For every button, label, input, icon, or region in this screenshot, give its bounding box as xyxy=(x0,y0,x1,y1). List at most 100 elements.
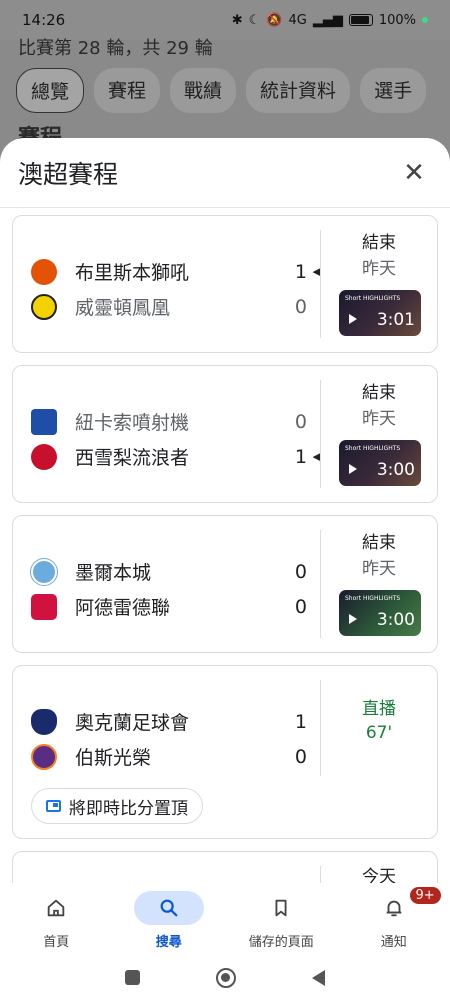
back-button[interactable] xyxy=(312,969,325,986)
match-card[interactable]: 紐卡索噴射機 0 西雪梨流浪者 1 ◀ 結束 昨天 Short HIGHLIGH… xyxy=(12,365,438,503)
system-navigation xyxy=(0,955,450,1000)
match-teams: 布里斯本獅吼 1 ◀ 威靈頓鳳凰 0 xyxy=(31,254,321,324)
match-card[interactable]: 布里斯本獅吼 1 ◀ 威靈頓鳳凰 0 結束 昨天 Short HIGHLIGHT… xyxy=(12,215,438,353)
pin-live-score-button[interactable]: 將即時比分置頂 xyxy=(31,788,203,824)
match-status-label: 結束 xyxy=(362,383,396,403)
privacy-dot-icon xyxy=(422,17,428,23)
away-team-row: 伯斯光榮 0 xyxy=(31,739,321,774)
divider xyxy=(320,866,321,883)
team-score: 0 xyxy=(294,295,307,318)
match-date: 今天 xyxy=(362,867,396,883)
match-status-label: 結束 xyxy=(362,533,396,553)
close-icon: ✕ xyxy=(403,157,425,188)
home-button[interactable] xyxy=(216,967,236,988)
match-date: 昨天 xyxy=(362,559,396,579)
match-status: 結束 昨天 xyxy=(331,530,427,582)
tab-standings[interactable]: 戰績 xyxy=(170,68,237,113)
winner-arrow-icon: ◀ xyxy=(312,450,321,463)
dnd-icon: ☾ xyxy=(248,12,261,28)
team-name: 伯斯光榮 xyxy=(75,747,152,769)
away-team-row: 威靈頓鳳凰 0 xyxy=(31,289,321,324)
clock: 14:26 xyxy=(22,11,66,29)
home-team-row: 紐卡索噴射機 0 xyxy=(31,404,321,439)
team-name: 威靈頓鳳凰 xyxy=(75,297,171,319)
highlight-video-thumbnail[interactable]: Short HIGHLIGHTS 3:01 xyxy=(339,290,421,336)
team-name: 西雪梨流浪者 xyxy=(75,447,190,469)
schedule-sheet: 澳超賽程 ✕ 布里斯本獅吼 1 ◀ 威靈頓鳳凰 0 結束 昨天 Short HI… xyxy=(0,138,450,883)
video-brand: Short HIGHLIGHTS xyxy=(345,295,401,302)
team-logo-icon xyxy=(31,708,57,735)
match-minute: 67' xyxy=(365,723,393,743)
team-score: 0 xyxy=(294,595,307,618)
nav-search[interactable]: 搜尋 xyxy=(113,883,226,955)
team-score: 1 xyxy=(294,445,307,468)
live-label: 直播 xyxy=(362,699,396,719)
highlight-video-thumbnail[interactable]: Short HIGHLIGHTS 3:00 xyxy=(339,440,421,486)
match-date: 昨天 xyxy=(362,259,396,279)
team-name: 墨爾本城 xyxy=(75,562,152,584)
team-logo-icon xyxy=(31,558,57,585)
tab-overview[interactable]: 總覽 xyxy=(16,68,85,113)
close-button[interactable]: ✕ xyxy=(396,155,432,191)
match-teams: 奧克蘭足球會 1 伯斯光榮 0 xyxy=(31,704,321,774)
divider xyxy=(320,680,321,776)
picture-in-picture-icon xyxy=(46,800,61,812)
home-team-row: 墨爾本城 0 xyxy=(31,554,321,589)
tab-schedule[interactable]: 賽程 xyxy=(94,68,161,113)
team-score: 0 xyxy=(294,410,307,433)
battery-icon xyxy=(348,14,373,26)
team-logo-icon xyxy=(31,258,57,285)
nav-label: 儲存的頁面 xyxy=(248,935,314,950)
team-logo-icon xyxy=(31,743,57,770)
nav-notifications[interactable]: 9+ 通知 xyxy=(338,883,450,955)
away-team-row: 西雪梨流浪者 1 ◀ xyxy=(31,439,321,474)
match-card[interactable]: 墨爾本城 0 阿德雷德聯 0 結束 昨天 Short HIGHLIGHTS 3:… xyxy=(12,515,438,653)
search-icon xyxy=(160,899,178,917)
team-name: 阿德雷德聯 xyxy=(75,597,171,619)
nav-label: 通知 xyxy=(380,935,407,950)
bottom-navigation: 首頁 搜尋 儲存的頁面 9+ 通知 xyxy=(0,883,450,955)
notification-badge: 9+ xyxy=(409,887,441,904)
bookmark-icon xyxy=(275,899,287,917)
mute-icon: 🔕 xyxy=(266,12,283,28)
video-brand: Short HIGHLIGHTS xyxy=(345,595,401,602)
bell-icon xyxy=(386,900,402,917)
round-subtitle: 比賽第 28 輪，共 29 輪 xyxy=(18,38,213,59)
match-card[interactable]: 奧克蘭足球會 1 伯斯光榮 0 直播 67' 將即時比分置頂 xyxy=(12,665,438,839)
team-logo-icon xyxy=(31,443,57,470)
match-card[interactable]: 今天 xyxy=(12,851,438,883)
bluetooth-icon: ✱ xyxy=(231,12,243,28)
team-logo-icon xyxy=(31,293,57,320)
nav-home[interactable]: 首頁 xyxy=(0,883,113,955)
nav-saved[interactable]: 儲存的頁面 xyxy=(225,883,338,955)
team-name: 布里斯本獅吼 xyxy=(75,262,190,284)
team-score: 1 xyxy=(294,260,307,283)
home-icon xyxy=(48,899,65,917)
match-teams: 墨爾本城 0 阿德雷德聯 0 xyxy=(31,554,321,624)
match-status-label: 結束 xyxy=(362,233,396,253)
tab-players[interactable]: 選手 xyxy=(360,68,427,113)
signal-icon: ▂▄▆ xyxy=(312,12,343,28)
pin-live-score-label: 將即時比分置頂 xyxy=(69,798,188,819)
nav-label: 搜尋 xyxy=(155,935,182,950)
nav-label: 首頁 xyxy=(43,935,70,950)
video-brand: Short HIGHLIGHTS xyxy=(345,445,401,452)
team-logo-icon xyxy=(31,593,57,620)
team-logo-icon xyxy=(31,408,57,435)
video-duration: 3:01 xyxy=(376,310,415,330)
play-icon xyxy=(349,464,357,474)
status-icons: ✱ ☾ 🔕 4G ▂▄▆ 100% xyxy=(232,13,428,28)
away-team-row: 阿德雷德聯 0 xyxy=(31,589,321,624)
recents-button[interactable] xyxy=(125,970,140,985)
highlight-video-thumbnail[interactable]: Short HIGHLIGHTS 3:00 xyxy=(339,590,421,636)
match-status: 結束 昨天 xyxy=(331,230,427,282)
play-icon xyxy=(349,314,357,324)
team-score: 0 xyxy=(294,745,307,768)
play-icon xyxy=(349,614,357,624)
tab-stats[interactable]: 統計資料 xyxy=(246,68,351,113)
sheet-header: 澳超賽程 ✕ xyxy=(0,138,450,208)
home-team-row: 奧克蘭足球會 1 xyxy=(31,704,321,739)
match-status: 結束 昨天 xyxy=(331,380,427,432)
battery-level: 100% xyxy=(378,12,416,28)
divider xyxy=(320,230,321,338)
